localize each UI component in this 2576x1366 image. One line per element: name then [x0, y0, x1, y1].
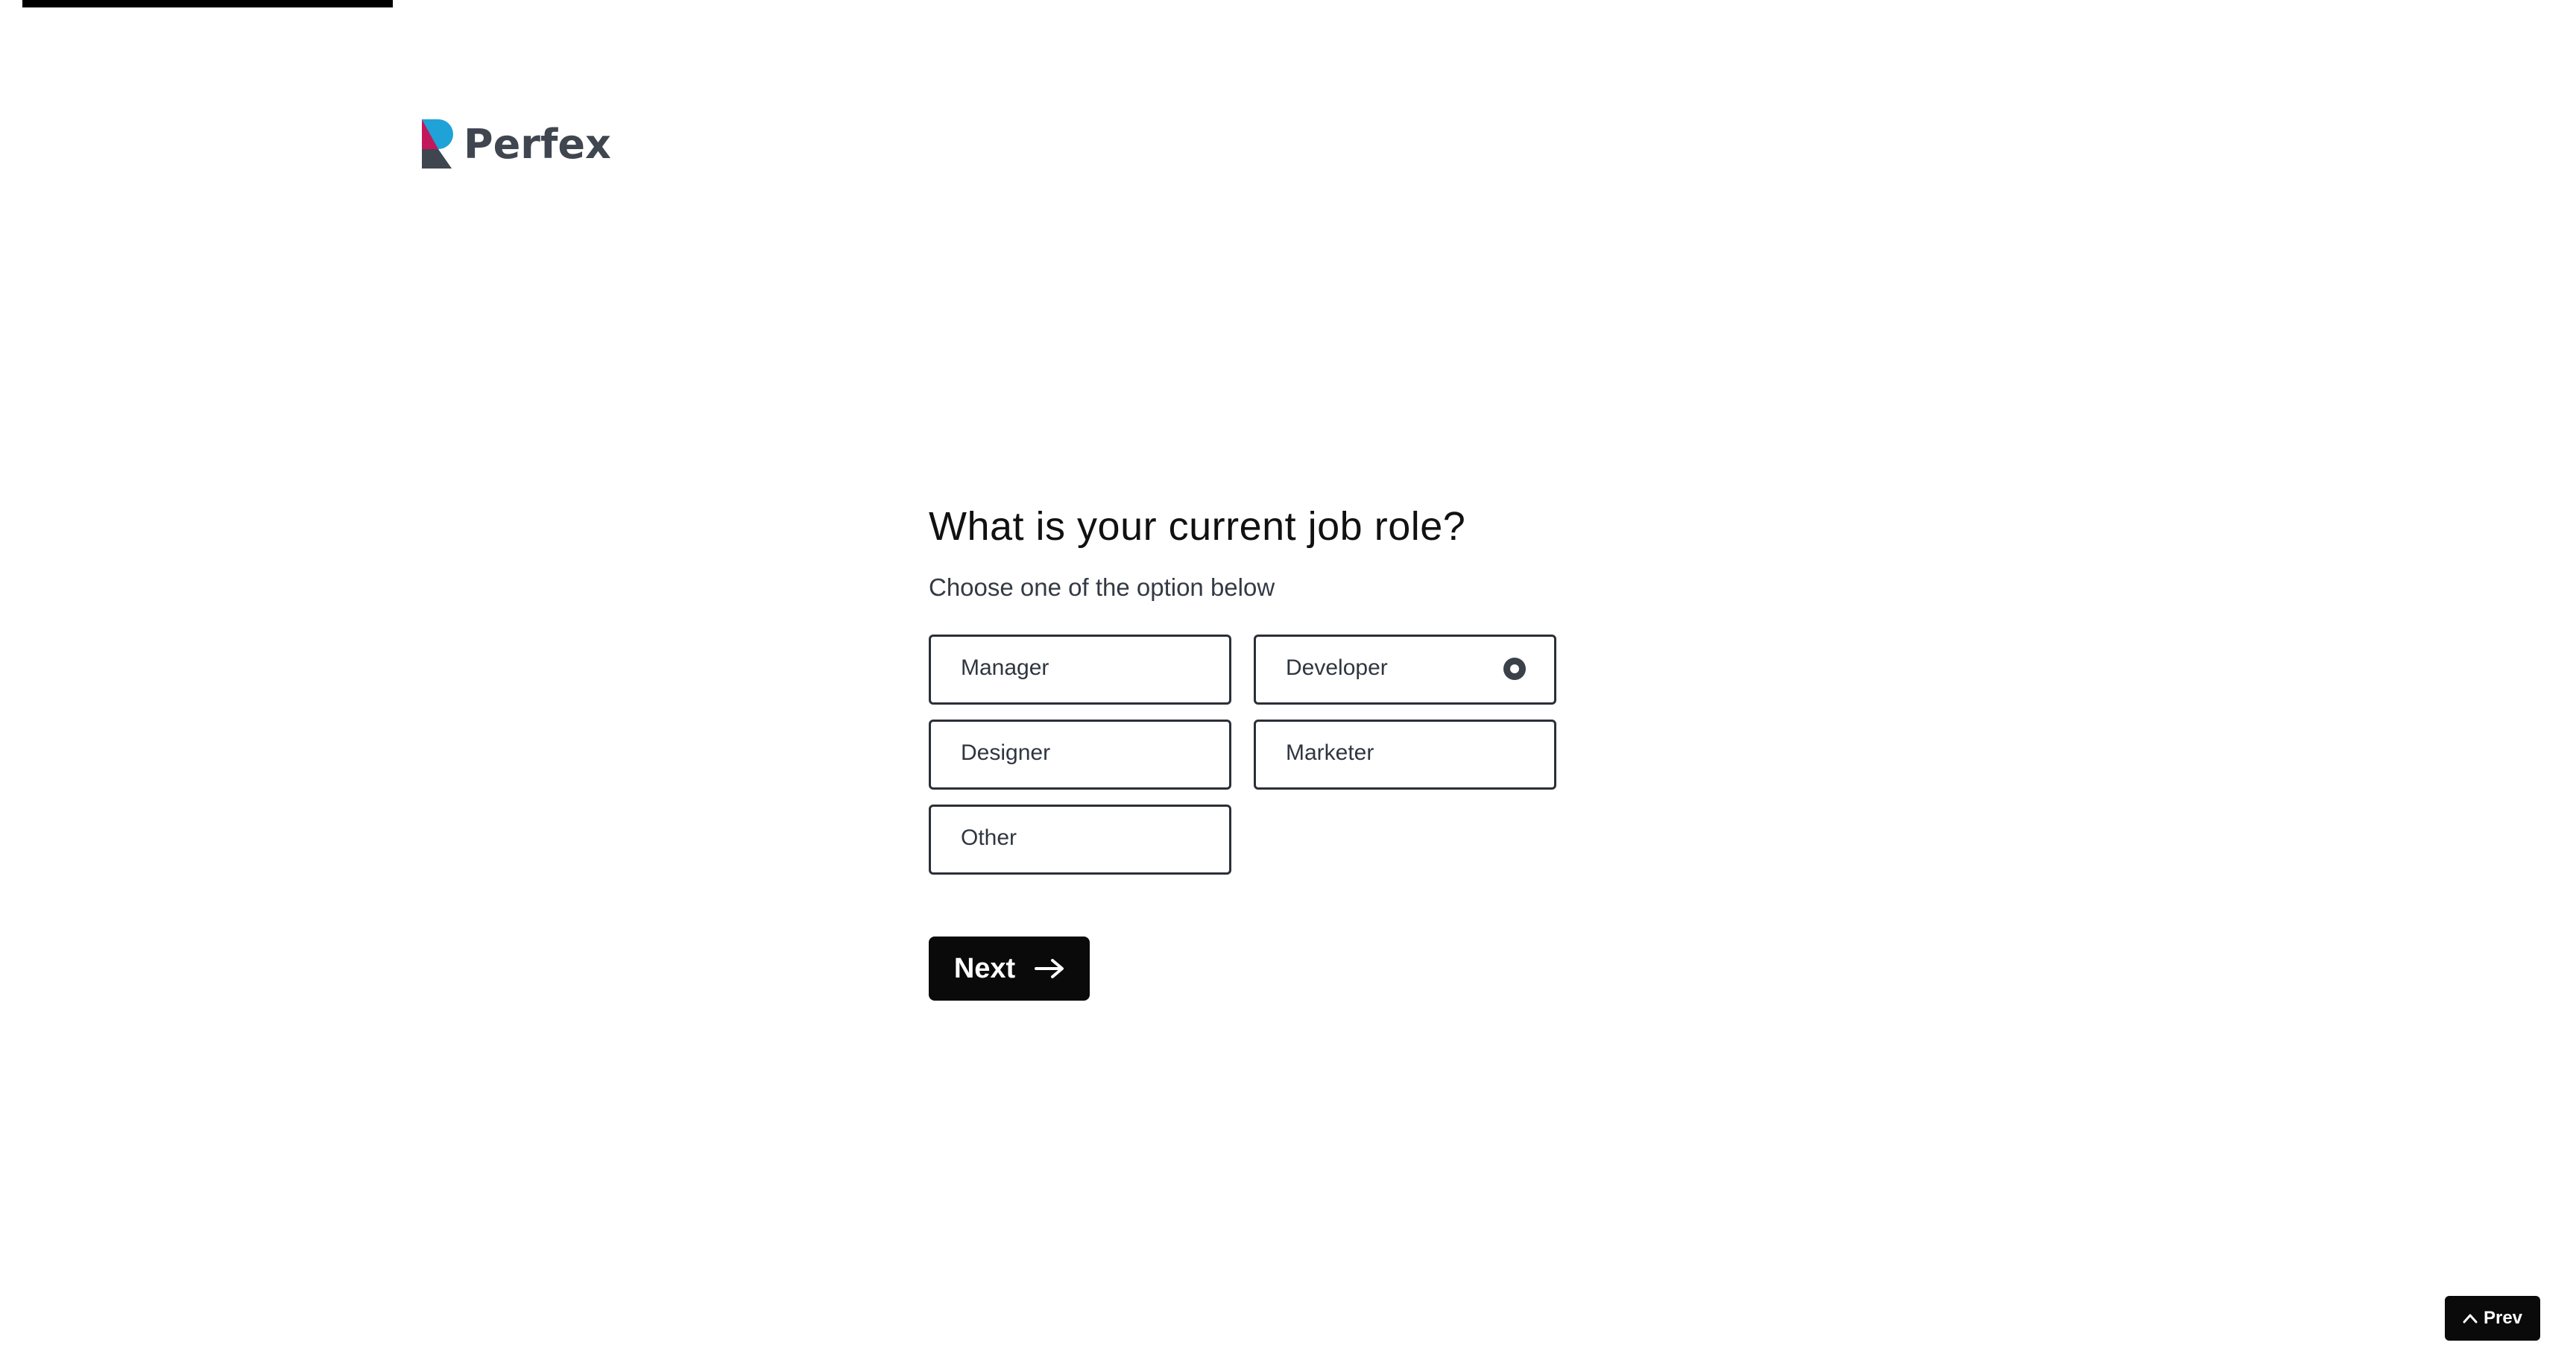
question-subtitle: Choose one of the option below: [929, 573, 1275, 601]
question-block: What is your current job role? Choose on…: [929, 500, 1600, 604]
perfex-logo-icon: [422, 119, 455, 169]
next-button-label: Next: [953, 952, 1016, 984]
option-other[interactable]: Other: [929, 805, 1231, 875]
option-label: Developer: [1286, 655, 1388, 680]
perfex-logo: Perfex: [422, 119, 611, 169]
option-marketer[interactable]: Marketer: [1254, 720, 1556, 790]
option-label: Designer: [961, 740, 1051, 765]
arrow-right-icon: [1035, 958, 1064, 979]
option-developer[interactable]: Developer: [1254, 635, 1556, 705]
progress-bar: [22, 0, 2576, 7]
chevron-up-icon: [2463, 1313, 2478, 1323]
question-title: What is your current job role?: [929, 504, 1466, 549]
typeform-page: Perfex What is your current job role? Ch…: [0, 0, 2576, 1366]
answer-options: Manager Developer Designer Marketer Othe…: [929, 635, 1556, 875]
logo-text: Perfex: [464, 120, 611, 168]
progress-bar-fill: [22, 0, 393, 7]
next-button[interactable]: Next: [929, 937, 1090, 1001]
option-label: Other: [961, 825, 1017, 850]
option-label: Marketer: [1286, 740, 1374, 765]
option-label: Manager: [961, 655, 1049, 680]
prev-button[interactable]: Prev: [2445, 1296, 2540, 1341]
selected-radio-icon: [1503, 658, 1526, 680]
option-manager[interactable]: Manager: [929, 635, 1231, 705]
prev-button-label: Prev: [2483, 1308, 2523, 1328]
option-designer[interactable]: Designer: [929, 720, 1231, 790]
